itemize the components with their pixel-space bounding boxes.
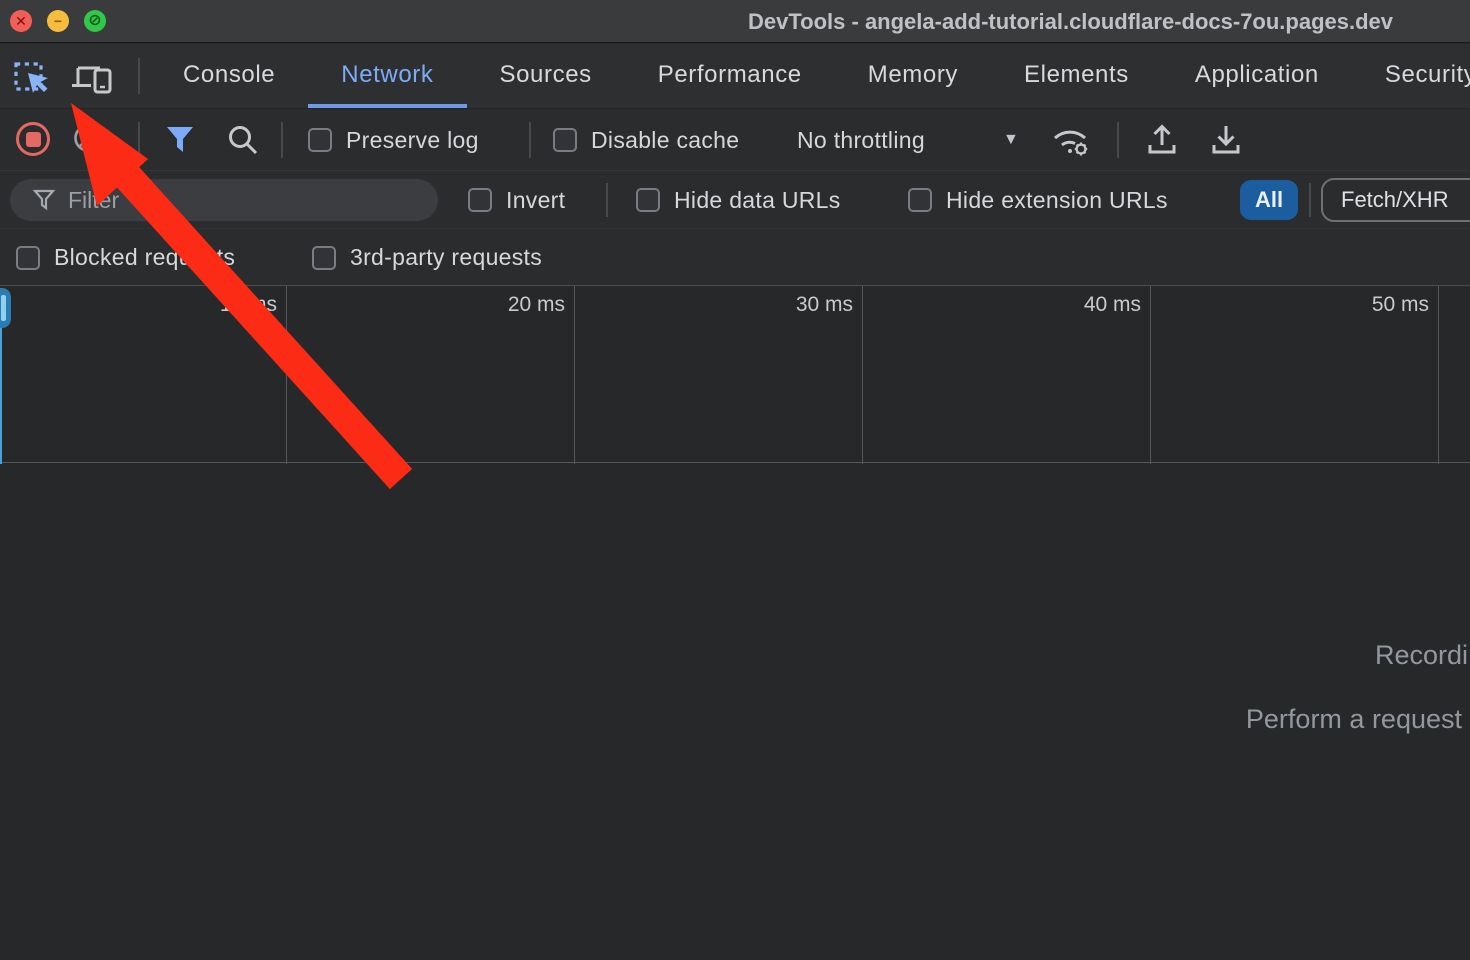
download-icon (1208, 123, 1244, 157)
search-icon (226, 123, 260, 157)
inspect-cursor-icon (12, 58, 52, 96)
network-toolbar: Preserve log Disable cache No throttling… (0, 108, 1470, 170)
search-button[interactable] (226, 123, 260, 157)
filter-input-container (10, 179, 438, 221)
network-filter-bar: Invert Hide data URLs Hide extension URL… (0, 170, 1470, 228)
timeline-tick-label: 10 ms (0, 293, 287, 317)
network-overview-timeline[interactable]: 10 ms 20 ms 30 ms 40 ms 50 ms (0, 285, 1470, 463)
window-titlebar: ✕ − ⊘ DevTools - angela-add-tutorial.clo… (0, 0, 1470, 43)
throttling-select[interactable]: No throttling (797, 109, 925, 171)
stop-record-icon (26, 132, 41, 147)
tab-network[interactable]: Network (308, 44, 466, 108)
hide-extension-urls-label: Hide extension URLs (946, 187, 1168, 214)
throttling-value: No throttling (797, 127, 925, 154)
preserve-log-checkbox[interactable] (308, 128, 332, 152)
blocked-requests-checkbox[interactable] (16, 246, 40, 270)
export-har-button[interactable] (1208, 123, 1244, 157)
tab-security[interactable]: Security (1352, 44, 1470, 108)
timeline-tick-label: 30 ms (575, 293, 863, 317)
disable-cache-checkbox[interactable] (553, 128, 577, 152)
disable-cache-label: Disable cache (591, 127, 739, 154)
tab-console[interactable]: Console (150, 44, 308, 108)
toolbar-separator (138, 58, 140, 94)
clear-icon (72, 122, 104, 154)
inspect-element-button[interactable] (10, 58, 54, 96)
devtools-tabbar: Console Network Sources Performance Memo… (0, 44, 1470, 108)
minimize-window-button[interactable]: − (47, 10, 69, 32)
clear-network-log-button[interactable] (72, 122, 104, 154)
request-type-all-button[interactable]: All (1240, 180, 1298, 220)
toolbar-separator (1117, 122, 1119, 158)
perform-request-hint-text: Perform a request (1246, 704, 1462, 735)
toolbar-separator (138, 122, 140, 158)
request-type-fetch-xhr-button[interactable]: Fetch/XHR (1321, 178, 1470, 222)
tab-elements[interactable]: Elements (991, 44, 1162, 108)
funnel-icon (32, 188, 56, 212)
request-options-bar: Blocked requests 3rd-party requests (0, 228, 1470, 285)
toolbar-separator (281, 122, 283, 158)
invert-checkbox[interactable] (468, 188, 492, 212)
waterfall-marker[interactable] (0, 288, 11, 328)
tab-memory[interactable]: Memory (835, 44, 991, 108)
filter-input[interactable] (68, 187, 398, 214)
upload-icon (1144, 123, 1180, 157)
preserve-log-label: Preserve log (346, 127, 479, 154)
chevron-down-icon: ▼ (1003, 109, 1019, 171)
hide-data-urls-checkbox[interactable] (636, 188, 660, 212)
tab-sources[interactable]: Sources (467, 44, 625, 108)
filter-toggle-button[interactable] (164, 124, 196, 156)
record-network-log-button[interactable] (16, 122, 50, 156)
toolbar-separator (1309, 183, 1311, 217)
hide-extension-urls-checkbox[interactable] (908, 188, 932, 212)
network-conditions-button[interactable] (1048, 124, 1094, 158)
toggle-device-toolbar-button[interactable] (70, 58, 114, 96)
zoom-window-button[interactable]: ⊘ (84, 10, 106, 32)
blocked-requests-label: Blocked requests (54, 244, 235, 271)
recording-status-text: Recordi (1375, 640, 1468, 671)
waterfall-marker-inner (1, 295, 6, 321)
hide-data-urls-label: Hide data URLs (674, 187, 841, 214)
tab-list: Console Network Sources Performance Memo… (150, 44, 1470, 108)
filter-funnel-icon (164, 124, 196, 156)
device-toolbar-icon (70, 58, 114, 96)
tab-performance[interactable]: Performance (625, 44, 835, 108)
toolbar-separator (606, 183, 608, 217)
timeline-tick-label: 40 ms (863, 293, 1151, 317)
timeline-tick-label: 20 ms (287, 293, 575, 317)
third-party-requests-label: 3rd-party requests (350, 244, 542, 271)
wifi-gear-icon (1048, 124, 1094, 158)
window-title: DevTools - angela-add-tutorial.cloudflar… (748, 0, 1393, 43)
toolbar-separator (529, 122, 531, 158)
invert-label: Invert (506, 187, 565, 214)
import-har-button[interactable] (1144, 123, 1180, 157)
close-window-button[interactable]: ✕ (10, 10, 32, 32)
tab-application[interactable]: Application (1162, 44, 1352, 108)
timeline-tick-label: 50 ms (1151, 293, 1439, 317)
third-party-requests-checkbox[interactable] (312, 246, 336, 270)
